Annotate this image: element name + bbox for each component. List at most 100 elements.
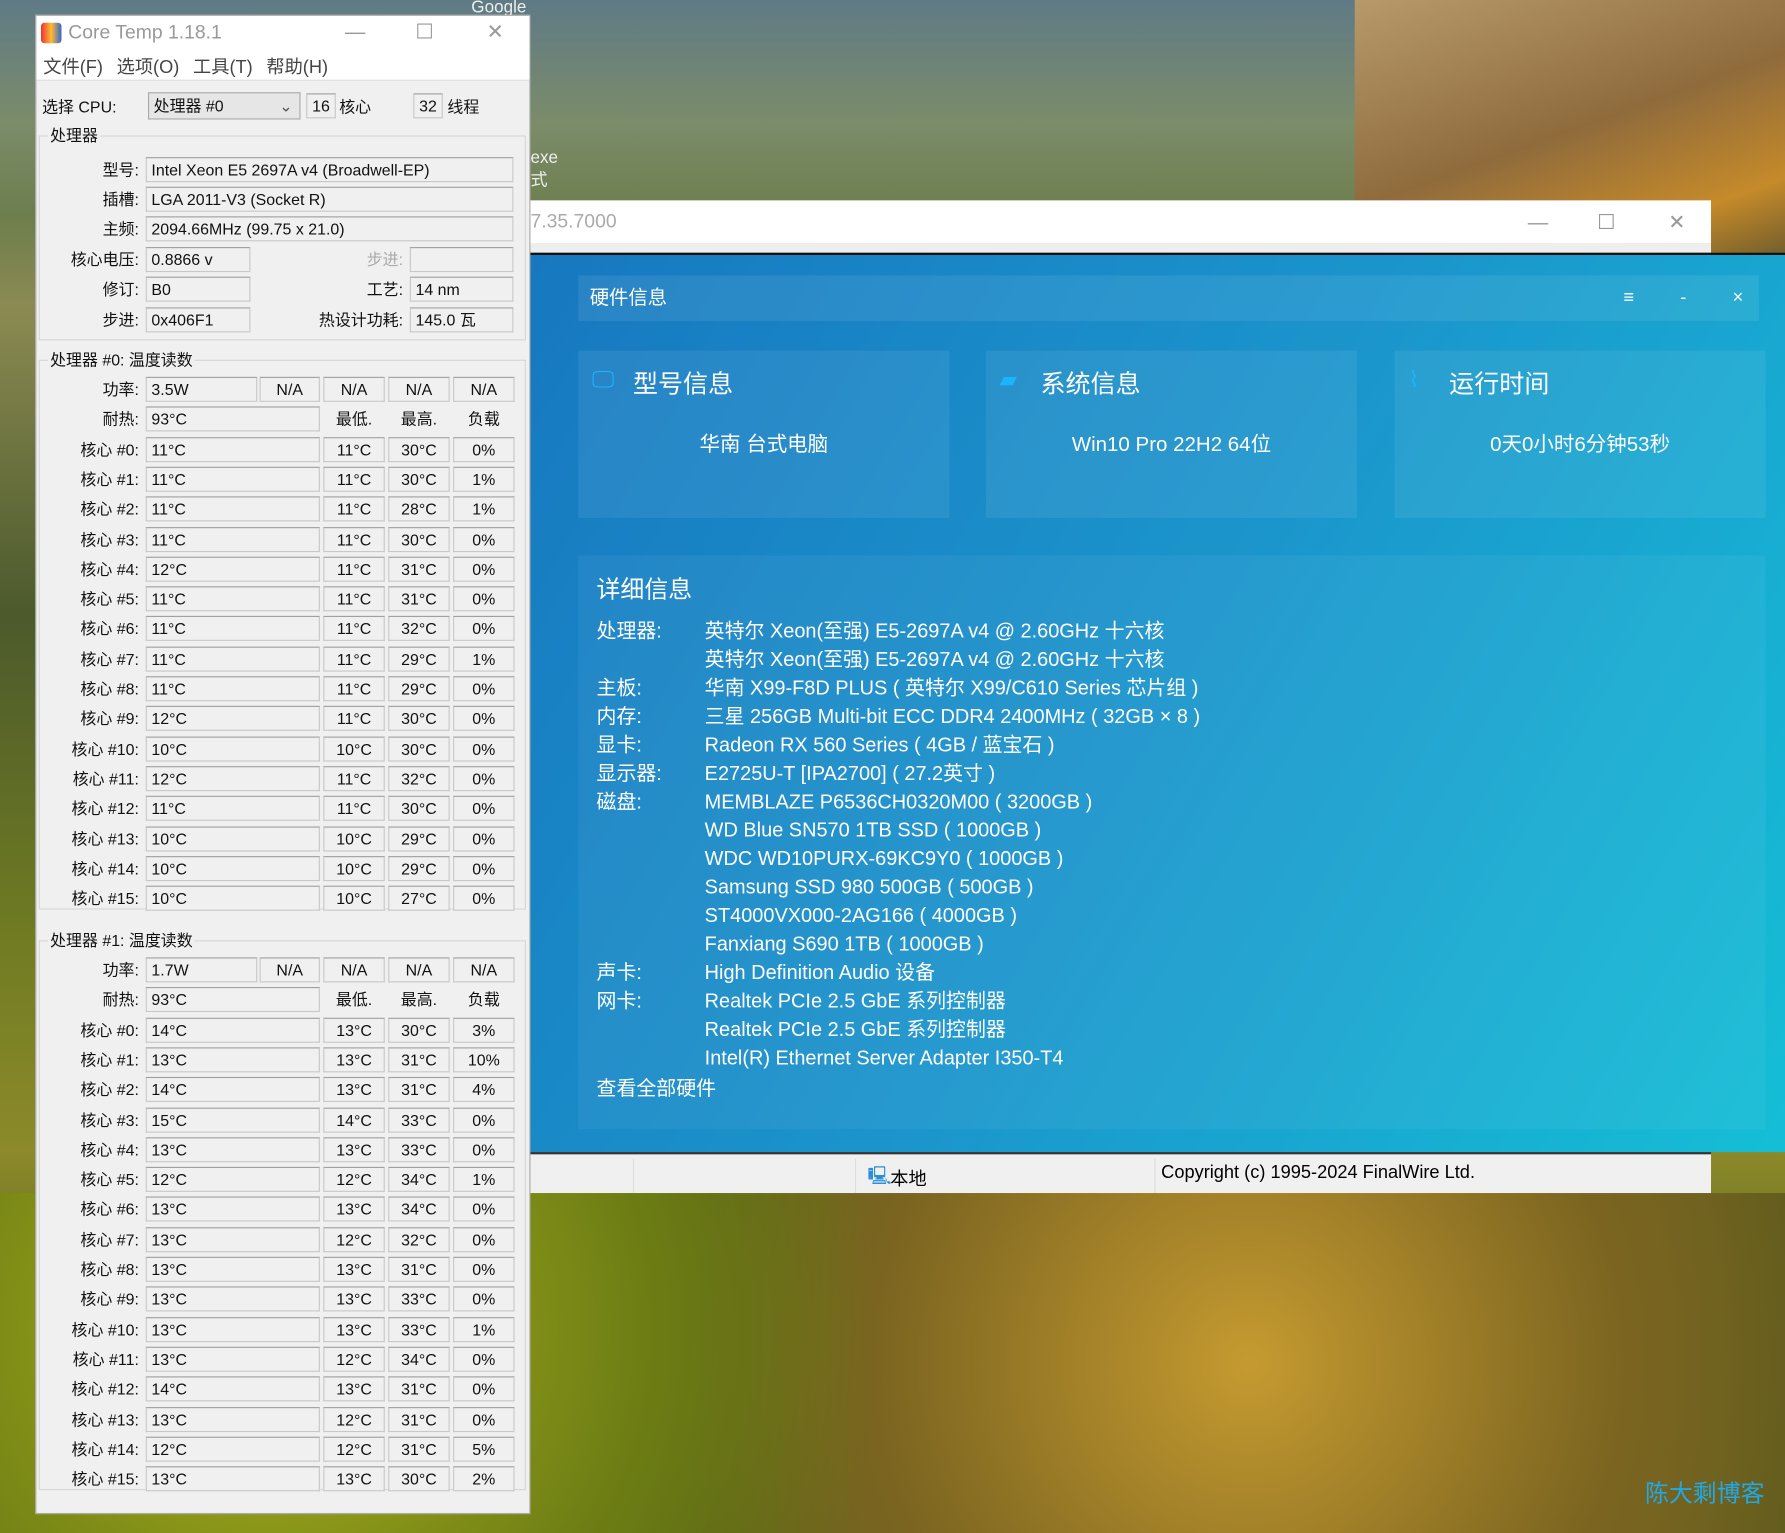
core-temperature: 14°C	[145, 1376, 320, 1402]
minimize-button[interactable]: —	[338, 20, 372, 44]
detail-key: 主板:	[596, 676, 642, 699]
core-load: 0%	[453, 526, 515, 552]
core-label: 核心 #3:	[80, 529, 139, 549]
power-na: N/A	[453, 376, 515, 402]
tdp-label: 热设计功耗:	[318, 310, 403, 329]
menu-help[interactable]: 帮助(H)	[266, 51, 328, 78]
core-load: 1%	[453, 496, 515, 522]
core-label: 核心 #8:	[80, 679, 139, 698]
core-max: 32°C	[388, 766, 450, 792]
status-copyright: Copyright (c) 1995-2024 FinalWire Ltd.	[1161, 1163, 1476, 1183]
core-load: 0%	[453, 825, 515, 851]
core-max: 31°C	[388, 1406, 450, 1432]
tdp-value: 145.0 瓦	[409, 307, 514, 333]
maximize-button[interactable]: ☐	[408, 20, 442, 44]
core-load: 0%	[453, 1226, 515, 1252]
card-value: Win10 Pro 22H2 64位	[1071, 432, 1272, 456]
core-min: 13°C	[323, 1196, 385, 1222]
chevron-down-icon: ⌄	[279, 96, 293, 115]
desktop: Google exe 式 陈大剩博客 7.35.7000 — ☐ ✕ 硬件信息 ≡…	[0, 0, 1785, 1533]
detail-value: WD Blue SN570 1TB SSD ( 1000GB )	[704, 818, 1042, 842]
core-label: 核心 #12:	[71, 799, 139, 818]
close-button[interactable]: ×	[1733, 275, 1744, 321]
core-min: 10°C	[323, 825, 385, 851]
cpuid-label: 步进:	[102, 310, 139, 329]
detail-value: 三星 256GB Multi-bit ECC DDR4 2400MHz ( 32…	[704, 704, 1201, 728]
menu-file[interactable]: 文件(F)	[43, 51, 103, 78]
core-max: 29°C	[388, 646, 450, 672]
hardware-info-header[interactable]: 硬件信息 ≡ - ×	[578, 275, 1759, 322]
detail-row: Samsung SSD 980 500GB ( 500GB )	[597, 873, 1034, 901]
core-min: 13°C	[323, 1017, 385, 1043]
detail-key: 磁盘:	[596, 790, 642, 813]
desktop-icon-text: exe	[530, 147, 559, 168]
core-load: 0%	[453, 1406, 515, 1432]
core-load: 0%	[453, 436, 515, 462]
close-button[interactable]: ✕	[1660, 200, 1694, 243]
load-header: 负载	[467, 990, 500, 1009]
detail-row: 磁盘: MEMBLAZE P6536CH0320M00 ( 3200GB )	[597, 788, 1093, 816]
detail-value: Realtek PCIe 2.5 GbE 系列控制器	[704, 1017, 1006, 1041]
view-all-hardware-link[interactable]: 查看全部硬件	[597, 1074, 717, 1102]
power-na: N/A	[323, 376, 385, 402]
coretemp-titlebar[interactable]: Core Temp 1.18.1 — ☐ ✕	[36, 15, 530, 49]
core-min: 11°C	[323, 616, 385, 642]
core-label: 核心 #2:	[80, 499, 139, 519]
core-min: 13°C	[323, 1256, 385, 1282]
core-label: 核心 #2:	[80, 1080, 139, 1099]
core-max: 31°C	[388, 1256, 450, 1282]
core-min: 14°C	[323, 1107, 385, 1133]
core-min: 10°C	[323, 736, 385, 762]
card-system-info: ▰ 系统信息 Win10 Pro 22H2 64位	[985, 350, 1357, 518]
tjmax-value: 93°C	[145, 406, 320, 432]
menu-tools[interactable]: 工具(T)	[193, 51, 253, 78]
max-header: 最高.	[400, 990, 438, 1009]
core-load: 0%	[453, 556, 515, 582]
core-label: 核心 #0:	[80, 440, 139, 459]
core-max: 34°C	[388, 1346, 450, 1372]
watermark: 陈大剩博客	[1644, 1481, 1765, 1508]
core-load: 0%	[453, 1286, 515, 1312]
minimize-button[interactable]: -	[1680, 275, 1686, 321]
revision-label: 修订:	[102, 280, 139, 299]
detail-row: Realtek PCIe 2.5 GbE 系列控制器	[597, 1015, 1006, 1043]
detail-key: 显示器:	[596, 761, 662, 785]
power-label: 功率:	[102, 960, 139, 980]
menu-icon[interactable]: ≡	[1623, 275, 1634, 321]
core-temperature: 10°C	[145, 736, 320, 762]
model-value: Intel Xeon E5 2697A v4 (Broadwell-EP)	[145, 157, 514, 183]
monitor-icon: 🖵	[591, 367, 614, 393]
core-load: 1%	[453, 1166, 515, 1193]
card-title: 系统信息	[1040, 369, 1141, 399]
menu-options[interactable]: 选项(O)	[117, 51, 180, 78]
core-temperature: 11°C	[145, 496, 320, 522]
maximize-button[interactable]: ☐	[1589, 200, 1623, 243]
core-temperature: 13°C	[145, 1256, 320, 1282]
detail-value: Samsung SSD 980 500GB ( 500GB )	[704, 875, 1034, 899]
core-label: 核心 #9:	[80, 1290, 139, 1309]
core-min: 11°C	[323, 496, 385, 522]
core-temperature: 12°C	[145, 766, 320, 792]
revision-value: B0	[145, 276, 251, 302]
core-min: 11°C	[323, 586, 385, 612]
temperature-group-title: 处理器 #1: 温度读数	[47, 931, 195, 950]
core-max: 31°C	[388, 1047, 450, 1073]
core-min: 11°C	[323, 526, 385, 552]
core-temperature: 11°C	[145, 795, 320, 821]
desktop-icon-label[interactable]: exe 式	[530, 148, 558, 191]
minimize-button[interactable]: —	[1521, 200, 1555, 243]
tjmax-value: 93°C	[145, 987, 320, 1013]
core-min: 12°C	[323, 1226, 385, 1252]
core-max: 30°C	[388, 526, 450, 552]
core-load: 0%	[453, 795, 515, 821]
core-temperature: 13°C	[145, 1406, 320, 1432]
close-button[interactable]: ✕	[478, 20, 512, 44]
menu-bar: 文件(F) 选项(O) 工具(T) 帮助(H)	[36, 48, 530, 81]
core-label: 核心 #3:	[80, 1110, 139, 1129]
core-max: 30°C	[388, 1017, 450, 1043]
cpu-select[interactable]: 处理器 #0 ⌄	[147, 92, 301, 120]
core-label: 核心 #15:	[71, 889, 139, 908]
aida-titlebar[interactable]: 7.35.7000 — ☐ ✕	[530, 200, 1712, 244]
core-load: 3%	[453, 1017, 515, 1043]
thread-count: 32	[413, 93, 443, 119]
